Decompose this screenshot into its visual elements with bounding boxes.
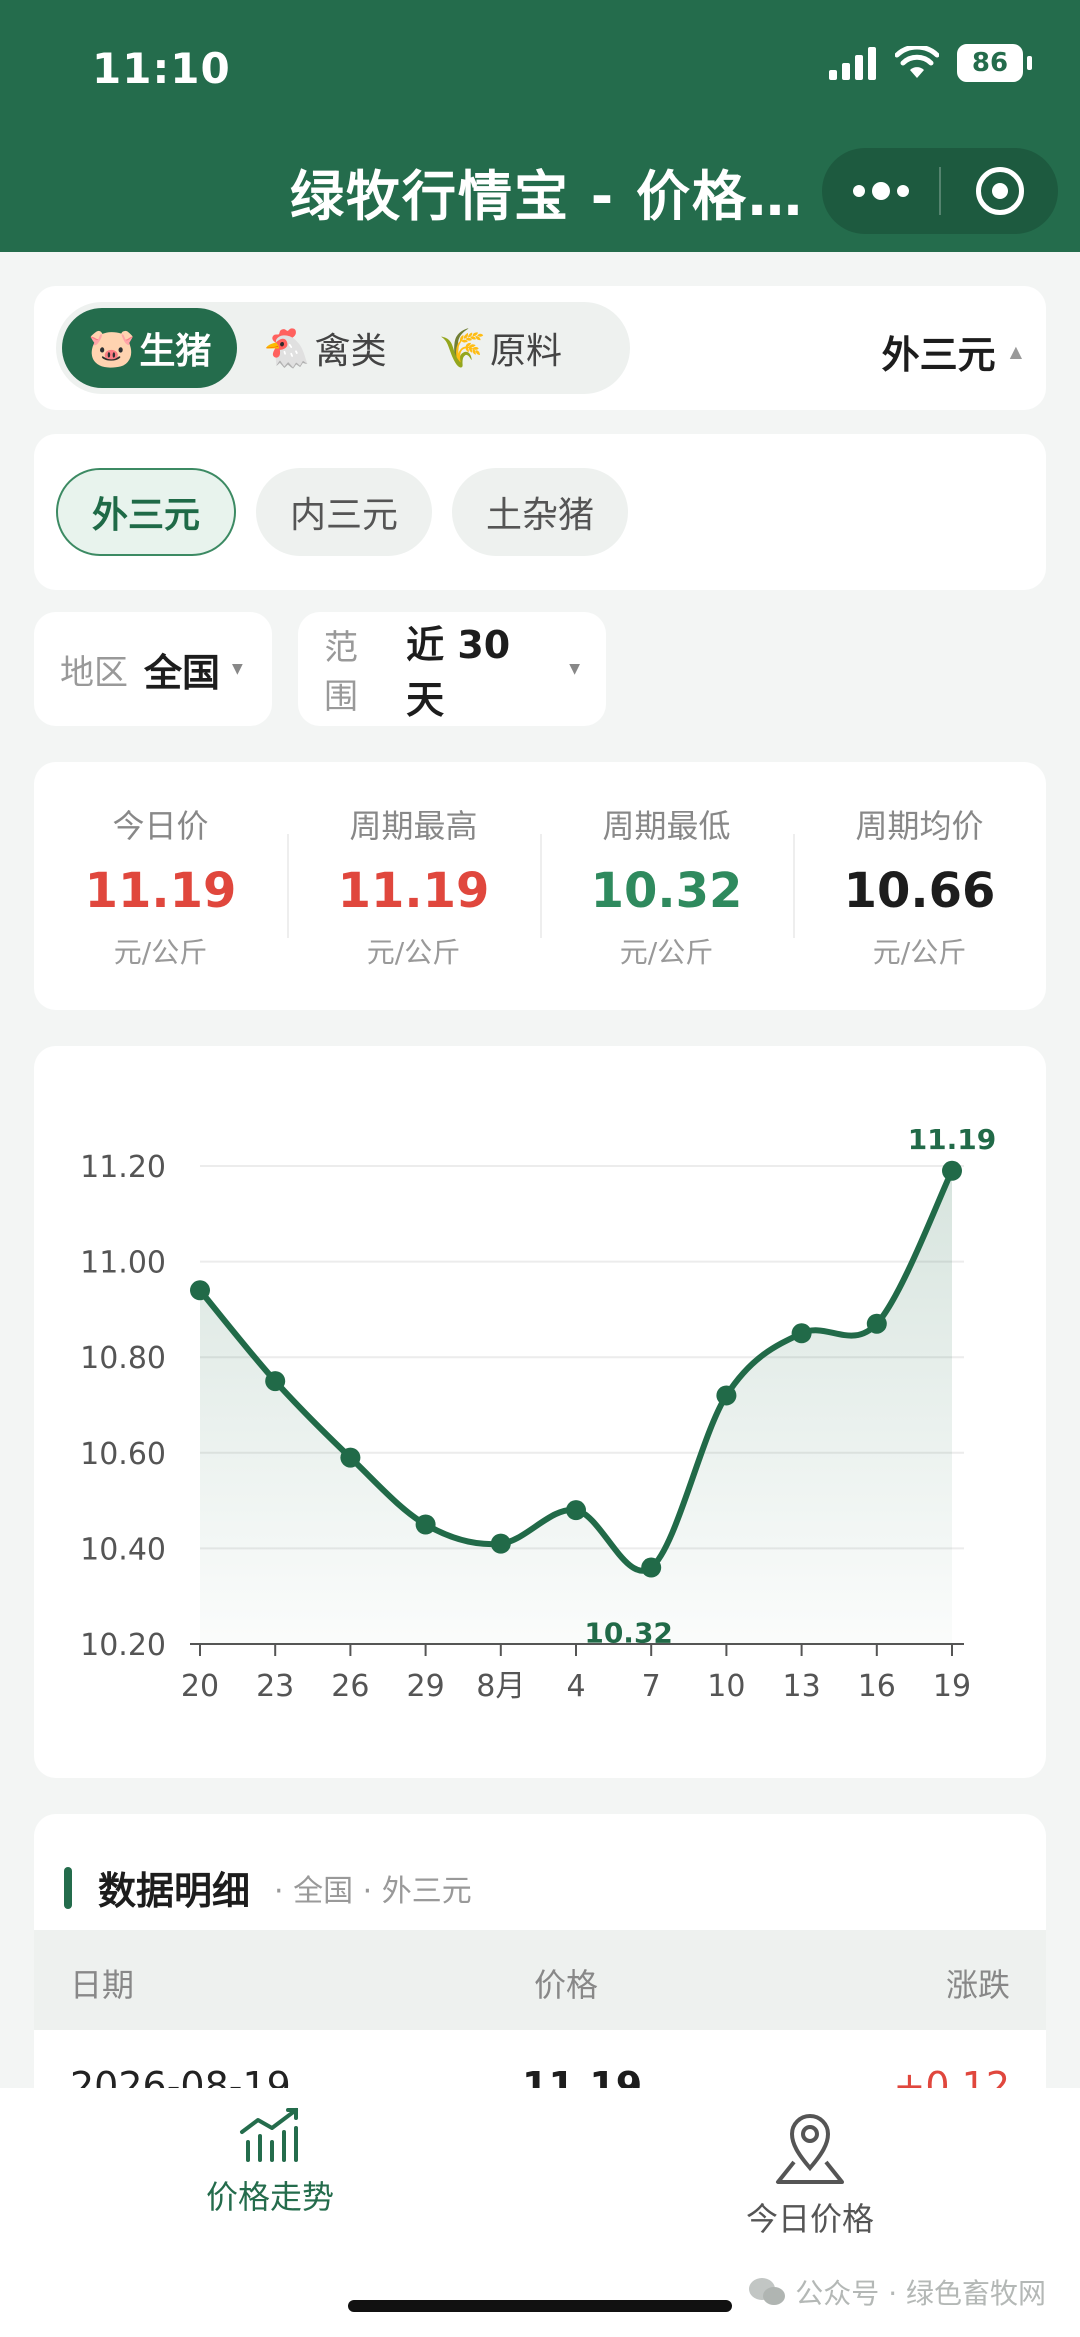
category-tabs: 🐷 生猪 🐔 禽类 🌾 原料 — [56, 302, 630, 394]
detail-subtitle: · 全国 · 外三元 — [274, 1873, 472, 1909]
region-filter[interactable]: 地区 全国 ▼ — [34, 612, 272, 726]
breed-dropdown[interactable]: 外三元 ▲ — [882, 324, 1022, 379]
data-point — [340, 1447, 361, 1468]
tab-live-pig[interactable]: 🐷 生猪 — [62, 308, 238, 388]
detail-title: 数据明细 — [98, 1869, 251, 1913]
caret-down-icon: ▼ — [569, 661, 580, 677]
y-tick-label: 11.00 — [80, 1246, 166, 1281]
data-point — [866, 1313, 887, 1334]
tab-price-trend[interactable]: 价格走势 — [150, 2106, 390, 2218]
signal-icon — [829, 47, 876, 80]
data-point — [190, 1280, 210, 1301]
x-tick-label: 4 — [566, 1669, 585, 1704]
chip-waisanyuan[interactable]: 外三元 — [56, 468, 237, 556]
chicken-icon: 🐔 — [263, 325, 311, 370]
stat-period-low: 周期最低 10.32 元/公斤 — [540, 762, 793, 1010]
x-tick-label: 19 — [933, 1669, 971, 1704]
stat-period-avg: 周期均价 10.66 元/公斤 — [793, 762, 1046, 1010]
close-miniapp-button[interactable] — [941, 167, 1058, 215]
detail-table-card: 数据明细 · 全国 · 外三元 日期 价格 涨跌 2026-08-19 11.1… — [34, 1814, 1046, 2114]
battery-icon: 86 — [957, 44, 1023, 82]
more-menu-button[interactable] — [822, 182, 939, 200]
stat-value: 11.19 — [337, 863, 490, 919]
data-point — [490, 1533, 511, 1554]
pig-icon: 🐷 — [88, 325, 136, 370]
target-icon — [975, 167, 1024, 215]
category-card: 🐷 生猪 🐔 禽类 🌾 原料 外三元 ▲ — [34, 286, 1046, 410]
x-tick-label: 7 — [642, 1669, 661, 1704]
rice-icon: 🌾 — [438, 325, 487, 370]
x-tick-label: 23 — [256, 1669, 294, 1704]
stat-value: 11.19 — [84, 863, 237, 919]
x-tick-label: 20 — [181, 1669, 219, 1704]
chart-svg: 11.20 11.00 10.80 10.60 10.40 10.20 20 23 26 29 8月… — [80, 1123, 997, 1704]
price-area — [200, 1170, 952, 1644]
wifi-icon — [895, 46, 939, 78]
range-filter[interactable]: 范围 近 30 天 ▼ — [298, 612, 606, 726]
data-point — [942, 1160, 962, 1181]
detail-header: 数据明细 · 全国 · 外三元 — [64, 1860, 472, 1915]
wechat-icon — [749, 2278, 786, 2305]
data-point — [791, 1323, 812, 1344]
tab-feed[interactable]: 🌾 原料 — [413, 308, 588, 388]
breed-chips-card: 外三元 内三元 土杂猪 — [34, 434, 1046, 590]
data-point — [265, 1371, 286, 1392]
table-header: 日期 价格 涨跌 — [34, 1930, 1046, 2030]
home-indicator — [348, 2300, 732, 2312]
col-date: 日期 — [70, 1966, 135, 2004]
col-price: 价格 — [534, 1966, 599, 2004]
stat-period-high: 周期最高 11.19 元/公斤 — [287, 762, 540, 1010]
y-tick-label: 11.20 — [80, 1150, 166, 1185]
tab-poultry[interactable]: 🐔 禽类 — [237, 308, 412, 388]
page-title: 绿牧行情宝 - 价格… — [290, 165, 805, 228]
chip-tuzazhu[interactable]: 土杂猪 — [452, 468, 629, 556]
breed-chips: 外三元 内三元 土杂猪 — [56, 468, 629, 556]
x-tick-label: 26 — [331, 1669, 369, 1704]
y-tick-label: 10.80 — [80, 1341, 166, 1376]
stats-card: 今日价 11.19 元/公斤 周期最高 11.19 元/公斤 周期最低 10.3… — [34, 762, 1046, 1010]
x-tick-label: 29 — [407, 1669, 445, 1704]
stat-today: 今日价 11.19 元/公斤 — [84, 807, 237, 969]
section-marker — [64, 1866, 72, 1909]
y-tick-label: 10.40 — [80, 1532, 166, 1567]
min-label: 10.32 — [584, 1617, 673, 1650]
caret-up-icon: ▲ — [1009, 342, 1022, 361]
watermark: 公众号 · 绿色畜牧网 — [747, 2272, 1046, 2312]
stat-value: 10.32 — [590, 863, 743, 919]
trend-chart-icon — [240, 2108, 298, 2162]
caret-down-icon: ▼ — [232, 661, 243, 677]
map-pin-icon — [776, 2114, 844, 2184]
x-tick-label: 10 — [707, 1669, 745, 1704]
x-tick-label: 16 — [858, 1669, 896, 1704]
tab-today-price[interactable]: 今日价格 — [690, 2106, 930, 2240]
status-time: 11:10 — [92, 44, 231, 93]
miniapp-capsule — [822, 148, 1058, 234]
data-point — [641, 1557, 662, 1578]
x-tick-label: 13 — [783, 1669, 821, 1704]
app-header: 11:10 86 绿牧行情宝 - 价格… — [0, 0, 1080, 252]
battery-tip — [1027, 56, 1032, 70]
x-tick-label: 8月 — [476, 1669, 525, 1704]
max-label: 11.19 — [908, 1123, 997, 1156]
data-point — [716, 1385, 737, 1406]
y-tick-label: 10.20 — [80, 1628, 166, 1663]
data-point — [415, 1514, 436, 1535]
stat-value: 10.66 — [843, 863, 996, 919]
status-icons: 86 — [829, 44, 1032, 82]
chip-neisanyuan[interactable]: 内三元 — [256, 468, 433, 556]
data-point — [566, 1500, 586, 1521]
col-change: 涨跌 — [945, 1966, 1010, 2004]
y-tick-label: 10.60 — [80, 1437, 166, 1472]
price-trend-chart: 11.20 11.00 10.80 10.60 10.40 10.20 20 23 26 29 8月… — [34, 1046, 1046, 1778]
